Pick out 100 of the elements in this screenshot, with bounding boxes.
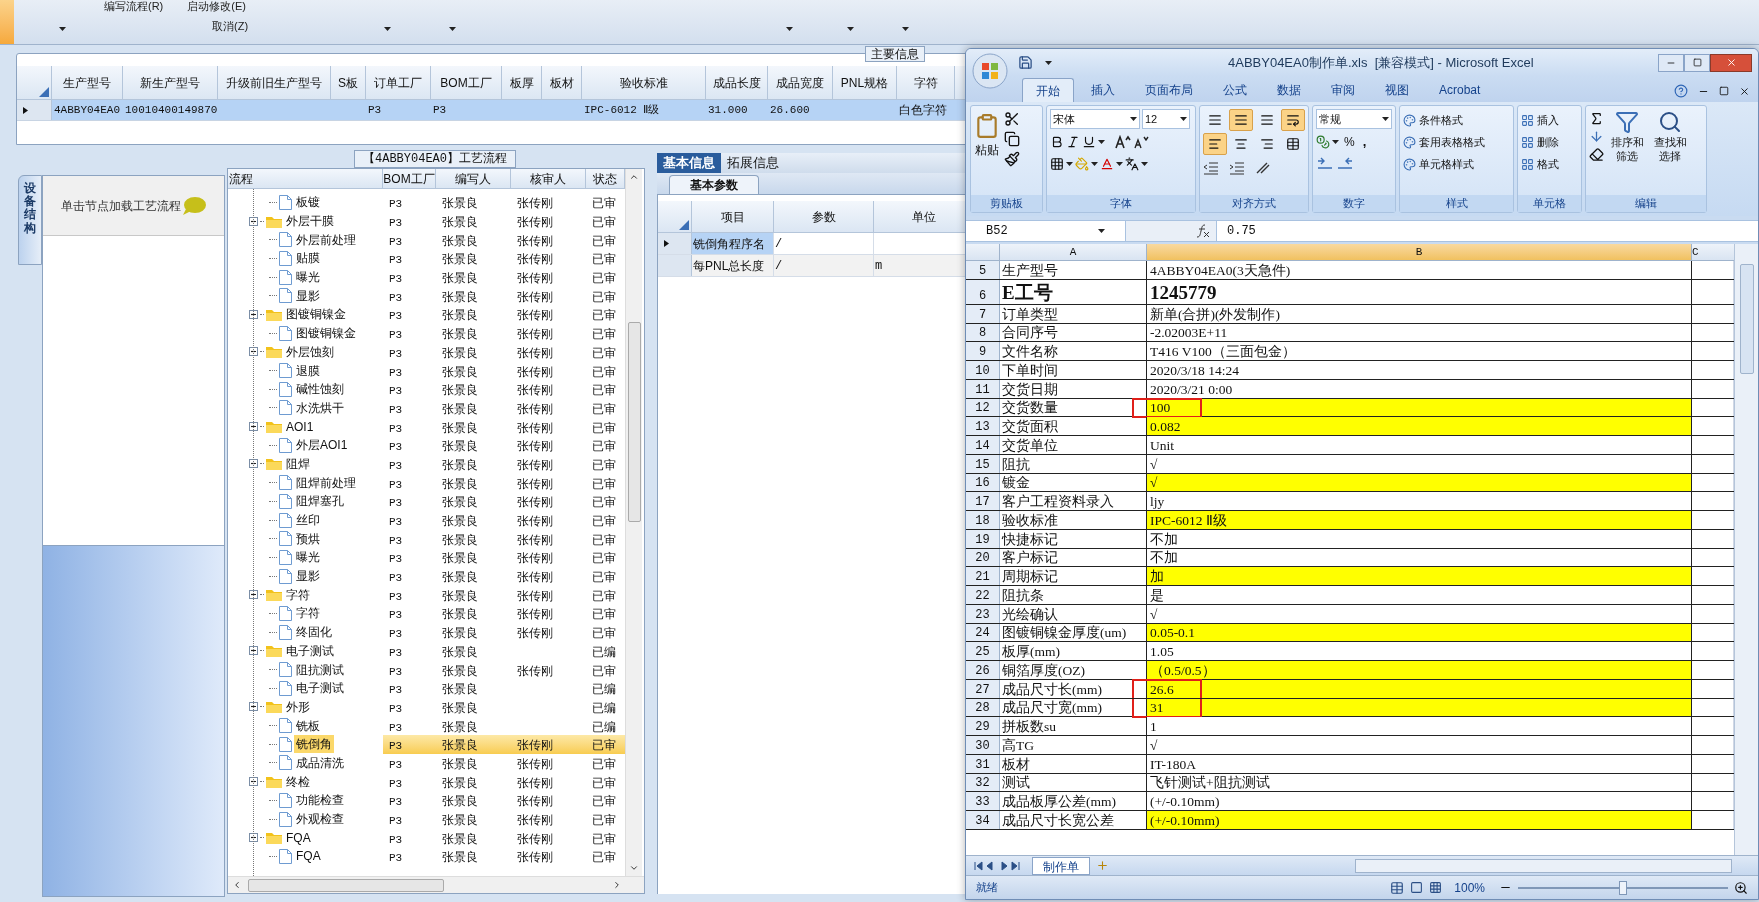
tree-node[interactable]: 阻焊 (284, 454, 312, 473)
column-header[interactable]: BOM工厂 (383, 169, 435, 188)
tree-node[interactable]: 显影 (294, 567, 322, 586)
tab[interactable]: 基本信息 (657, 153, 721, 173)
dropdown-caret-icon[interactable] (902, 27, 909, 31)
tree-node[interactable]: 外层AOI1 (294, 436, 350, 455)
dropdown-caret-icon[interactable] (1130, 117, 1137, 121)
tab[interactable]: 基本参数 (669, 175, 759, 194)
increase-indent-icon[interactable] (1229, 161, 1245, 175)
shrink-font-icon[interactable] (1133, 135, 1149, 149)
border-icon[interactable] (1050, 157, 1064, 171)
column-header[interactable]: 成品长度 (712, 73, 761, 92)
table-row[interactable]: 铣倒角程序名 / (658, 233, 965, 255)
page-layout-icon[interactable] (1410, 881, 1424, 894)
tree-node[interactable]: 铣板 (294, 716, 322, 735)
scroll-up-icon[interactable] (629, 172, 639, 182)
dropdown-caret-icon[interactable] (847, 27, 854, 31)
align-left-icon[interactable] (1203, 133, 1227, 155)
style-menu-button[interactable]: 单元格样式 (1403, 153, 1474, 175)
tree-node[interactable]: 字符 (294, 604, 322, 623)
grow-font-icon[interactable] (1115, 135, 1131, 149)
vertical-scrollbar[interactable] (625, 169, 642, 876)
tree-node[interactable]: 贴膜 (294, 249, 322, 268)
column-header[interactable]: 新生产型号 (140, 73, 200, 92)
ribbon-tab[interactable]: 公式 (1210, 78, 1260, 102)
vertical-tab[interactable]: 设备结构 (18, 175, 42, 265)
column-header[interactable]: 状态 (593, 169, 617, 188)
column-header[interactable]: 升级前旧生产型号 (226, 73, 322, 92)
menu-item[interactable]: 启动修改(E) (187, 0, 246, 13)
ribbon-tab[interactable]: 审阅 (1318, 78, 1368, 102)
column-header[interactable]: 项目 (720, 207, 745, 226)
scroll-left-icon[interactable] (232, 880, 242, 890)
new-sheet-icon[interactable] (1096, 859, 1109, 872)
column-header[interactable]: 流程 (229, 169, 253, 188)
collapse-icon[interactable] (249, 422, 258, 432)
tree-node[interactable]: 电子测试 (284, 641, 336, 660)
dropdown-caret-icon[interactable] (1180, 117, 1187, 121)
collapse-icon[interactable] (249, 216, 258, 226)
dropdown-caret-icon[interactable] (1141, 162, 1148, 166)
collapse-icon[interactable] (249, 459, 258, 469)
tree-node[interactable]: 阻焊前处理 (294, 473, 358, 492)
column-header[interactable]: 板厚 (509, 73, 534, 92)
restore-icon[interactable] (1719, 86, 1729, 96)
tree-node[interactable]: 电子测试 (294, 679, 346, 698)
tree-node[interactable]: 显影 (294, 286, 322, 305)
collapse-icon[interactable] (249, 590, 258, 600)
column-header[interactable]: 编写人 (455, 169, 491, 188)
ribbon-tab[interactable]: 页面布局 (1132, 78, 1206, 102)
dropdown-caret-icon[interactable] (1382, 117, 1389, 121)
table-row[interactable]: 每PNL总长度 / m (658, 255, 965, 277)
column-header[interactable]: 单位 (911, 207, 936, 226)
column-header[interactable]: 参数 (811, 207, 836, 226)
tree-node[interactable]: 字符 (284, 585, 312, 604)
ribbon-tab[interactable]: 数据 (1264, 78, 1314, 102)
decrease-decimal-icon[interactable] (1336, 157, 1354, 171)
tree-node[interactable]: 外层前处理 (294, 230, 358, 249)
italic-icon[interactable] (1066, 135, 1080, 149)
currency-icon[interactable] (1316, 135, 1330, 149)
fill-down-icon[interactable] (1589, 129, 1604, 144)
scroll-down-icon[interactable] (629, 863, 639, 873)
sum-icon[interactable] (1589, 111, 1604, 126)
phonetic-icon[interactable] (1125, 157, 1139, 171)
tree-node[interactable]: 曝光 (294, 268, 322, 287)
column-header[interactable]: PNL规格 (840, 73, 889, 92)
underline-icon[interactable] (1082, 135, 1096, 149)
vertical-scrollbar[interactable] (1734, 244, 1758, 855)
cells-menu-button[interactable]: 删除 (1521, 131, 1559, 153)
horizontal-scrollbar[interactable] (228, 876, 644, 893)
tree-node[interactable]: 铣倒角 (294, 735, 334, 754)
zoom-slider[interactable] (1518, 880, 1728, 895)
column-header[interactable]: B (1415, 244, 1423, 261)
dropdown-caret-icon[interactable] (1098, 140, 1105, 144)
percent-button[interactable]: % (1341, 133, 1358, 151)
maximize-button[interactable] (1684, 53, 1710, 72)
tree-node[interactable]: 外形 (284, 697, 312, 716)
bold-icon[interactable] (1050, 135, 1064, 149)
cells-menu-button[interactable]: 格式 (1521, 153, 1559, 175)
column-header[interactable]: C (1692, 244, 1699, 261)
wrap-text-icon[interactable] (1281, 109, 1305, 131)
tree-node[interactable]: 外层蚀刻 (284, 342, 336, 361)
help-icon[interactable] (1674, 84, 1688, 98)
dropdown-caret-icon[interactable] (786, 27, 793, 31)
scroll-thumb[interactable] (627, 322, 641, 522)
column-header[interactable]: BOM工厂 (440, 73, 492, 92)
function-icon[interactable] (1196, 224, 1210, 238)
menu-item[interactable]: 编写流程(R) (104, 0, 164, 13)
dropdown-caret-icon[interactable] (1091, 162, 1098, 166)
tree-node[interactable]: 功能检查 (294, 791, 346, 810)
dropdown-caret-icon[interactable] (1098, 229, 1105, 233)
ribbon-tab[interactable]: 开始 (1022, 78, 1074, 102)
column-header[interactable]: 订单工厂 (374, 73, 422, 92)
tree-node[interactable]: 阻焊塞孔 (294, 492, 346, 511)
horizontal-scrollbar[interactable] (1355, 858, 1732, 873)
tree-node[interactable]: AOI1 (284, 417, 316, 436)
scroll-thumb[interactable] (248, 878, 444, 892)
tree-node[interactable]: 退膜 (294, 361, 322, 380)
dropdown-caret-icon[interactable] (1332, 140, 1339, 144)
tree-node[interactable]: 图镀铜镍金 (294, 324, 358, 343)
ribbon-tab[interactable]: 视图 (1372, 78, 1422, 102)
tree-node[interactable]: 外观检查 (294, 810, 346, 829)
